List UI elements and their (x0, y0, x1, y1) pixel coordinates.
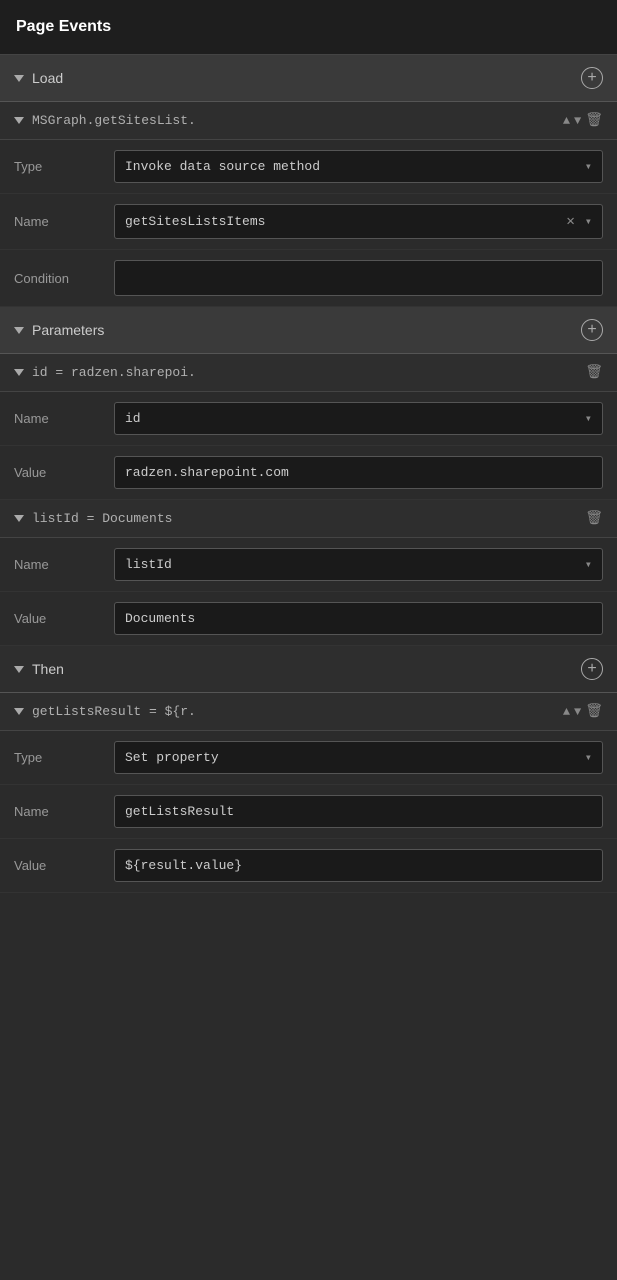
msgraph-controls: ▲ ▼ 🗑 (563, 112, 603, 129)
msgraph-delete-icon[interactable]: 🗑 (585, 112, 603, 129)
load-section-label: Load (32, 70, 63, 86)
page-header: Page Events (0, 0, 617, 55)
id-param-label: id = radzen.sharepoi. (32, 365, 196, 380)
then-section-header[interactable]: Then + (0, 646, 617, 693)
msgraph-chevron-icon (14, 117, 24, 124)
msgraph-up-icon[interactable]: ▲ (563, 114, 570, 128)
msgraph-section-left: MSGraph.getSitesList. (14, 113, 196, 128)
getlists-type-field-row: Type Set property ▾ (0, 731, 617, 785)
getlists-delete-icon[interactable]: 🗑 (585, 703, 603, 720)
getlists-type-label: Type (14, 750, 104, 765)
id-value-input[interactable]: radzen.sharepoint.com (114, 456, 603, 489)
type-dropdown-icon: ▾ (585, 159, 592, 174)
getlists-section-label: getListsResult = ${r. (32, 704, 196, 719)
listid-param-chevron-icon (14, 515, 24, 522)
condition-field-row: Condition (0, 250, 617, 307)
getlists-controls: ▲ ▼ 🗑 (563, 703, 603, 720)
getlists-name-label: Name (14, 804, 104, 819)
load-add-button[interactable]: + (581, 67, 603, 89)
type-label: Type (14, 159, 104, 174)
condition-label: Condition (14, 271, 104, 286)
parameters-section-header[interactable]: Parameters + (0, 307, 617, 354)
id-name-dropdown-icon: ▾ (585, 411, 592, 426)
getlists-type-value: Set property (125, 750, 579, 765)
msgraph-down-icon[interactable]: ▼ (574, 114, 581, 128)
type-value: Invoke data source method (125, 159, 579, 174)
listid-name-dropdown[interactable]: listId ▾ (114, 548, 603, 581)
load-chevron-icon (14, 75, 24, 82)
then-section-label: Then (32, 661, 64, 677)
getlists-value-input[interactable]: ${result.value} (114, 849, 603, 882)
type-field-row: Type Invoke data source method ▾ (0, 140, 617, 194)
listid-value-field-row: Value Documents (0, 592, 617, 646)
listid-value-value: Documents (125, 611, 592, 626)
then-chevron-icon (14, 666, 24, 673)
getlists-section-header[interactable]: getListsResult = ${r. ▲ ▼ 🗑 (0, 693, 617, 731)
getlists-value-label: Value (14, 858, 104, 873)
listid-param-header[interactable]: listId = Documents 🗑 (0, 500, 617, 538)
listid-name-dropdown-icon: ▾ (585, 557, 592, 572)
id-value-field-row: Value radzen.sharepoint.com (0, 446, 617, 500)
getlists-name-field-row: Name getListsResult (0, 785, 617, 839)
getlists-name-value: getListsResult (125, 804, 592, 819)
id-param-header[interactable]: id = radzen.sharepoi. 🗑 (0, 354, 617, 392)
name-dropdown[interactable]: getSitesListsItems ✕ ▾ (114, 204, 603, 239)
then-section-left: Then (14, 661, 64, 677)
load-section-header[interactable]: Load + (0, 55, 617, 102)
id-value-value: radzen.sharepoint.com (125, 465, 592, 480)
getlists-up-icon[interactable]: ▲ (563, 705, 570, 719)
getlists-value-value: ${result.value} (125, 858, 592, 873)
listid-name-field-row: Name listId ▾ (0, 538, 617, 592)
getlists-chevron-icon (14, 708, 24, 715)
id-name-field-row: Name id ▾ (0, 392, 617, 446)
then-add-button[interactable]: + (581, 658, 603, 680)
listid-value-label: Value (14, 611, 104, 626)
getlists-section-left: getListsResult = ${r. (14, 704, 196, 719)
getlists-name-input[interactable]: getListsResult (114, 795, 603, 828)
msgraph-section-label: MSGraph.getSitesList. (32, 113, 196, 128)
getlists-value-field-row: Value ${result.value} (0, 839, 617, 893)
condition-input[interactable] (114, 260, 603, 296)
getlists-type-dropdown[interactable]: Set property ▾ (114, 741, 603, 774)
listid-param-label: listId = Documents (32, 511, 172, 526)
listid-param-delete-icon[interactable]: 🗑 (585, 510, 603, 527)
name-value: getSitesListsItems (125, 214, 566, 229)
id-param-chevron-icon (14, 369, 24, 376)
parameters-add-button[interactable]: + (581, 319, 603, 341)
listid-param-left: listId = Documents (14, 511, 172, 526)
id-name-value: id (125, 411, 579, 426)
name-clear-icon[interactable]: ✕ (566, 213, 574, 230)
id-value-label: Value (14, 465, 104, 480)
getlists-down-icon[interactable]: ▼ (574, 705, 581, 719)
listid-value-input[interactable]: Documents (114, 602, 603, 635)
parameters-section-label: Parameters (32, 322, 104, 338)
name-field-row: Name getSitesListsItems ✕ ▾ (0, 194, 617, 250)
id-name-label: Name (14, 411, 104, 426)
id-param-delete-icon[interactable]: 🗑 (585, 364, 603, 381)
msgraph-section-header[interactable]: MSGraph.getSitesList. ▲ ▼ 🗑 (0, 102, 617, 140)
load-section-left: Load (14, 70, 63, 86)
id-name-dropdown[interactable]: id ▾ (114, 402, 603, 435)
id-param-left: id = radzen.sharepoi. (14, 365, 196, 380)
page-title: Page Events (16, 18, 111, 35)
name-dropdown-icon: ▾ (585, 214, 592, 229)
getlists-type-dropdown-icon: ▾ (585, 750, 592, 765)
name-label: Name (14, 214, 104, 229)
listid-name-label: Name (14, 557, 104, 572)
parameters-chevron-icon (14, 327, 24, 334)
listid-name-value: listId (125, 557, 579, 572)
type-dropdown[interactable]: Invoke data source method ▾ (114, 150, 603, 183)
parameters-section-left: Parameters (14, 322, 104, 338)
